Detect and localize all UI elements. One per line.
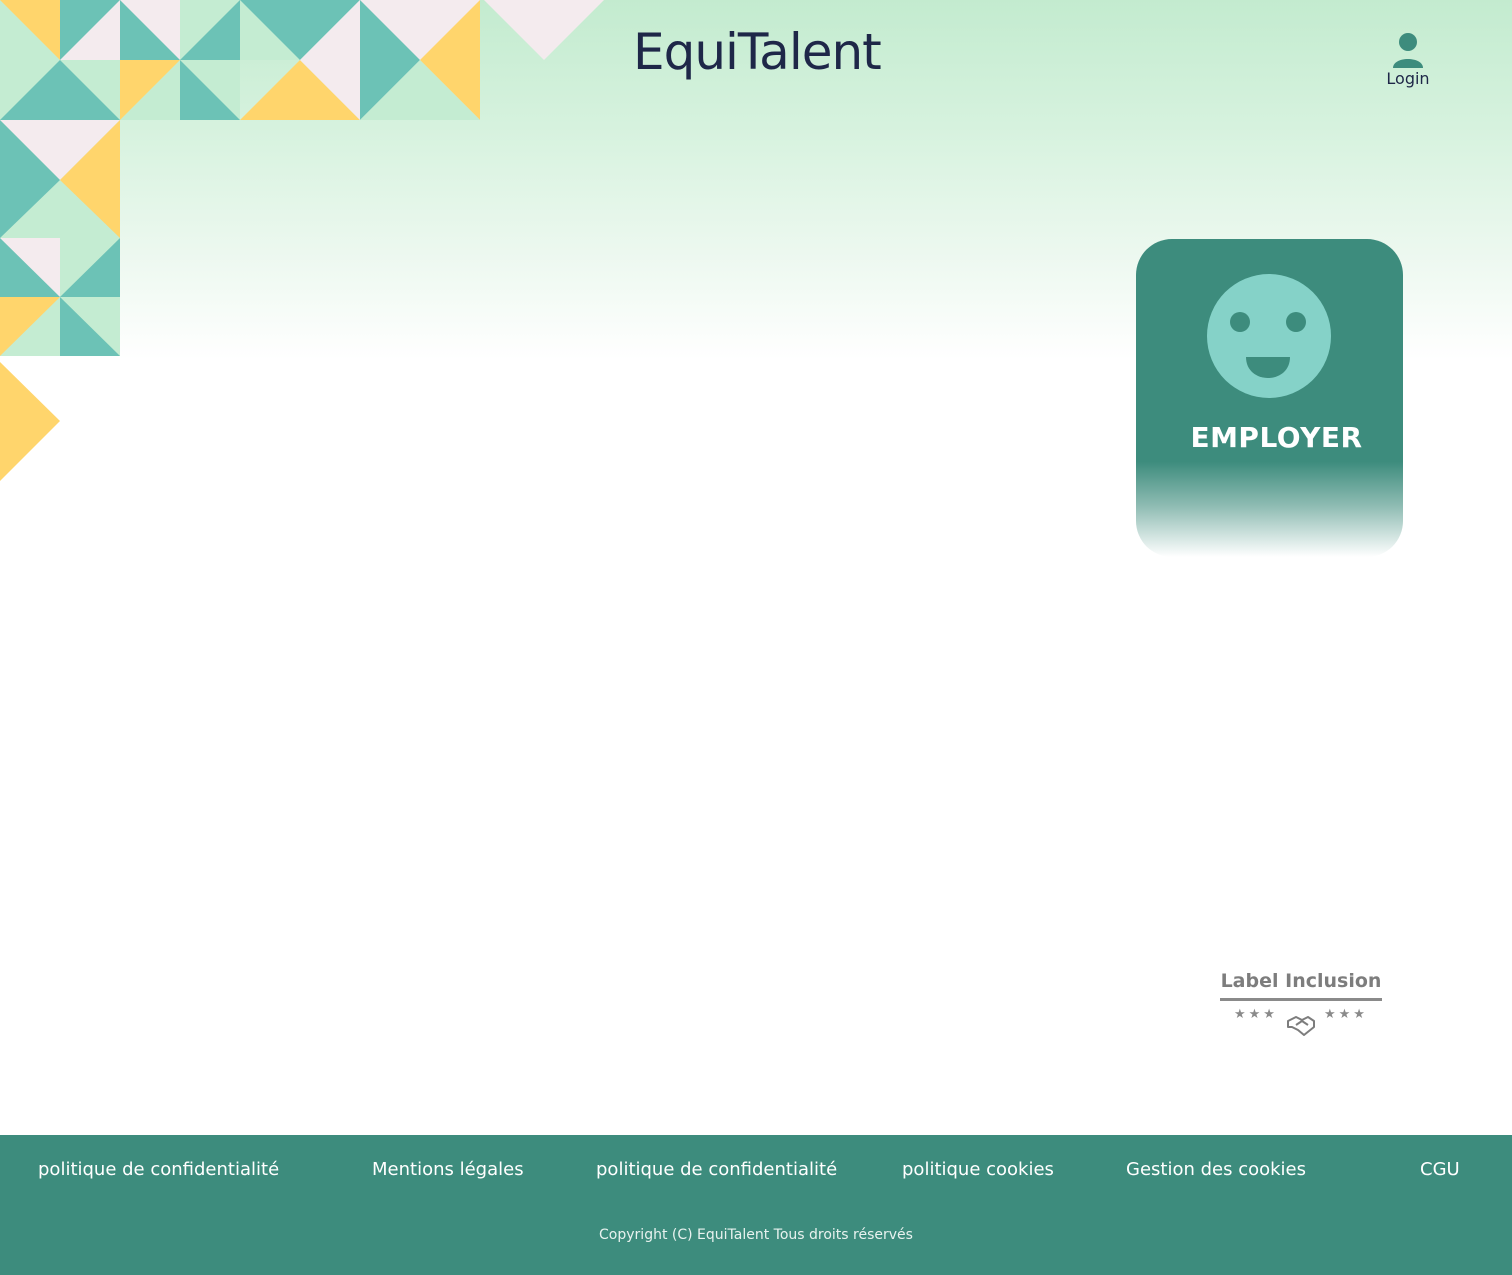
footer-link-legal-notices[interactable]: Mentions légales xyxy=(372,1159,524,1180)
stars-right: ★★★ xyxy=(1324,1006,1368,1021)
footer-link-cookie-policy[interactable]: politique cookies xyxy=(902,1159,1054,1180)
user-icon xyxy=(1393,33,1423,68)
footer-link-cookie-management[interactable]: Gestion des cookies xyxy=(1126,1159,1306,1180)
inclusion-label-badge: Label Inclusion ★★★ ★★★ xyxy=(1216,966,1386,1046)
divider xyxy=(1220,998,1382,1001)
handshake-icon xyxy=(1287,1016,1315,1036)
copyright-text: Copyright (C) EquiTalent Tous droits rés… xyxy=(599,1227,913,1243)
brand-logo[interactable]: EquiTalent xyxy=(633,22,882,82)
inclusion-label-title: Label Inclusion xyxy=(1220,970,1382,992)
employer-card[interactable]: EMPLOYER xyxy=(1136,239,1403,557)
smiley-face-icon xyxy=(1207,274,1331,398)
login-label: Login xyxy=(1386,69,1430,88)
stars-left: ★★★ xyxy=(1234,1006,1278,1021)
geometric-mosaic-decoration xyxy=(0,0,604,481)
footer-link-terms[interactable]: CGU xyxy=(1420,1159,1460,1180)
login-button[interactable]: Login xyxy=(1380,32,1436,92)
footer: politique de confidentialité Mentions lé… xyxy=(0,1135,1512,1275)
footer-link-privacy-policy[interactable]: politique de confidentialité xyxy=(38,1159,279,1180)
footer-link-privacy-policy-2[interactable]: politique de confidentialité xyxy=(596,1159,837,1180)
employer-label: EMPLOYER xyxy=(1190,421,1363,454)
